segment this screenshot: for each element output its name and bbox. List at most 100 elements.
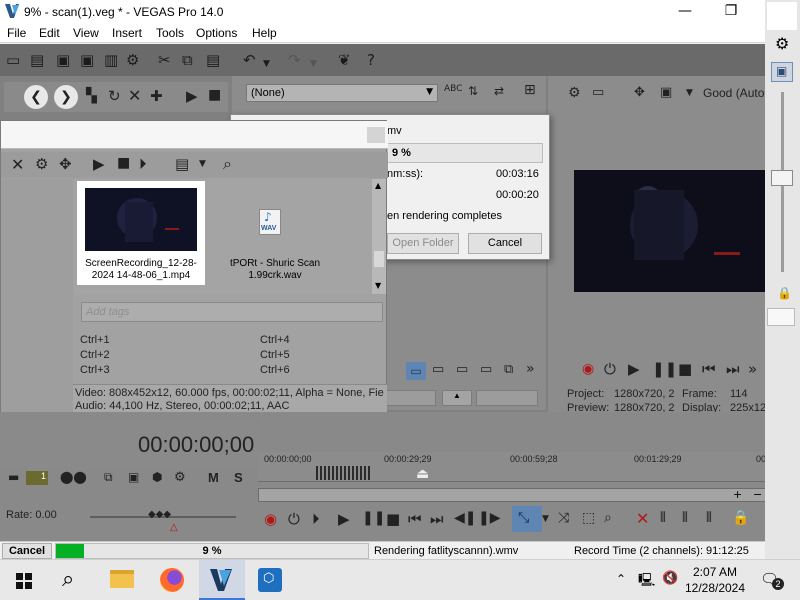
transitions-scroll-3[interactable] [476,390,538,406]
thumb-4-icon[interactable]: ▭ [480,362,492,377]
shortcut-ctrl6[interactable]: Ctrl+6 [260,364,290,376]
transport-loop-icon[interactable]: ⏻ [288,510,300,528]
scroll-up-icon[interactable]: ▲ [375,181,381,190]
transport-play-from-start-icon[interactable]: ⏵ [312,510,320,528]
transport-start-icon[interactable]: ⏮ [408,510,422,528]
track-settings-icon[interactable]: ⚙ [174,470,186,485]
envelope-tool-icon[interactable]: ⤨ [558,510,569,526]
transport-prev-frame-icon[interactable]: ◀❚ [454,510,477,526]
media-view-icon[interactable]: ▤ [175,155,189,173]
start-button[interactable] [0,560,46,600]
explorer-scrollbar[interactable]: ▲ ▼ [372,179,386,294]
dock-settings-icon[interactable]: ⚙ [775,34,789,53]
close-button[interactable] [767,2,797,30]
preview-play-icon[interactable]: ▶ [628,360,640,378]
paste-icon[interactable]: ▤ [206,51,220,69]
open-icon[interactable]: ▤ [30,51,44,69]
shortcut-ctrl2[interactable]: Ctrl+2 [80,349,110,361]
volume-slider-thumb[interactable] [771,170,793,186]
tags-field[interactable]: Add tags [81,302,383,322]
open-folder-button[interactable]: Open Folder [387,233,459,254]
edit-tool-button[interactable]: ⤡ [512,506,542,532]
zoom-in-icon[interactable]: + [733,488,742,501]
rate-slider[interactable]: ◆◆◆ △ [90,509,236,533]
file-item-audio[interactable]: ♪ WAV tPORt - Shuric Scan 1.99crk.wav [211,181,341,285]
thumb-2-icon[interactable]: ▭ [432,362,444,377]
transport-next-frame-icon[interactable]: ❚▶ [478,510,501,526]
preview-settings-icon[interactable]: ⚙ [568,85,581,101]
mute-button[interactable]: M [208,470,219,485]
render-cancel-button[interactable]: Cancel [468,233,542,254]
quality-dropdown-icon[interactable]: ▼ [686,88,693,98]
preview-mode-icon[interactable]: ▣ [660,85,672,100]
timeline-ruler[interactable]: 00:00:00;00 00:00:29;29 00:00:59;28 00:0… [258,452,778,482]
trim-start-icon[interactable]: ⫴ [660,510,666,526]
stop-icon[interactable]: ■ [208,87,221,103]
copy-icon[interactable]: ⧉ [182,51,193,69]
menu-edit[interactable]: Edit [39,26,60,40]
shortcut-ctrl5[interactable]: Ctrl+5 [260,349,290,361]
preview-quality[interactable]: Good (Auto [703,86,764,100]
zoom-out-icon[interactable]: − [753,488,762,501]
preview-more-icon[interactable]: » [748,360,757,378]
media-play-icon[interactable]: ▶ [93,155,105,173]
play-icon[interactable]: ▶ [186,87,198,105]
preview-move-icon[interactable]: ✥ [634,85,645,100]
transport-end-icon[interactable]: ⏭ [430,510,444,528]
network-icon[interactable]: 🖳 [638,571,655,593]
cut-icon[interactable]: ✂ [158,51,171,69]
media-view-dropdown-icon[interactable]: ▼ [199,159,206,169]
search-icon[interactable]: ⌕ [62,567,74,592]
media-search-icon[interactable]: ⌕ [223,154,232,174]
transitions-dropdown[interactable]: (None) ▼ [246,84,438,102]
media-auto-preview-icon[interactable]: ⏵ [139,155,147,173]
render-icon[interactable]: ▥ [104,51,118,69]
transport-pause-icon[interactable]: ❚❚ [362,510,385,526]
abc-icon[interactable]: ABC [444,84,462,94]
dock-bottom-box[interactable] [767,308,795,326]
prev-frame-icon[interactable]: ⏮ [702,360,716,378]
solo-button[interactable]: S [234,470,243,485]
file-item-video[interactable]: ScreenRecording_12-28-2024 14-48-06_1.mp… [77,181,205,285]
help-icon[interactable]: ? [367,51,375,69]
file-explorer-icon[interactable] [110,570,134,588]
scroll-thumb[interactable] [374,251,384,267]
thumb-5-icon[interactable]: ⧉ [504,362,513,377]
media-properties-icon[interactable]: ⚙ [35,155,48,173]
lock-icon[interactable]: 🔒 [732,510,749,526]
add-icon[interactable]: ✚ [150,87,163,105]
redo-icon[interactable]: ↷ [288,51,301,69]
undo-dropdown-icon[interactable]: ▼ [263,55,270,73]
timeline-hscroll[interactable]: + − [258,488,768,502]
tray-chevron-icon[interactable]: ⌃ [616,572,626,586]
loop-icon[interactable]: ⏻ [604,360,616,378]
settings-icon[interactable]: ⚙ [126,51,139,69]
refresh-icon[interactable]: ↻ [108,87,121,105]
menu-insert[interactable]: Insert [112,26,142,40]
transport-play-icon[interactable]: ▶ [338,510,350,528]
split-icon[interactable]: ⫴ [706,510,712,526]
media-stop-icon[interactable]: ■ [117,155,130,171]
menu-options[interactable]: Options [196,26,237,40]
transport-delete-icon[interactable]: ✕ [636,509,649,528]
preview-split-icon[interactable]: ▭ [592,85,604,100]
more-icon[interactable]: » [526,361,535,377]
notifications-button[interactable]: 🗨 2 [758,568,784,592]
clock-date[interactable]: 12/28/2024 [684,581,746,595]
scroll-down-icon[interactable]: ▼ [375,281,381,290]
media-fx-icon[interactable]: ✥ [59,155,72,173]
minimize-button[interactable]: — [662,0,708,23]
undo-icon[interactable]: ↶ [243,51,256,69]
volume-muted-icon[interactable]: 🔇 [662,571,678,586]
layout-icon[interactable]: ⊞ [524,82,536,98]
app-taskbar-icon[interactable]: ⬡ [258,568,282,592]
preview-pause-icon[interactable]: ❚❚ [652,360,677,378]
shortcut-ctrl3[interactable]: Ctrl+3 [80,364,110,376]
shortcut-ctrl1[interactable]: Ctrl+1 [80,334,110,346]
transport-stop-icon[interactable]: ■ [386,510,400,528]
explorer-close-button[interactable] [367,127,385,143]
save-as-icon[interactable]: ▣ [80,51,94,69]
up-folder-icon[interactable]: ▚ [86,88,97,104]
close-on-complete-label[interactable]: en rendering completes [387,210,502,222]
track-fx-icon[interactable]: ⬤⬤ [60,470,87,484]
